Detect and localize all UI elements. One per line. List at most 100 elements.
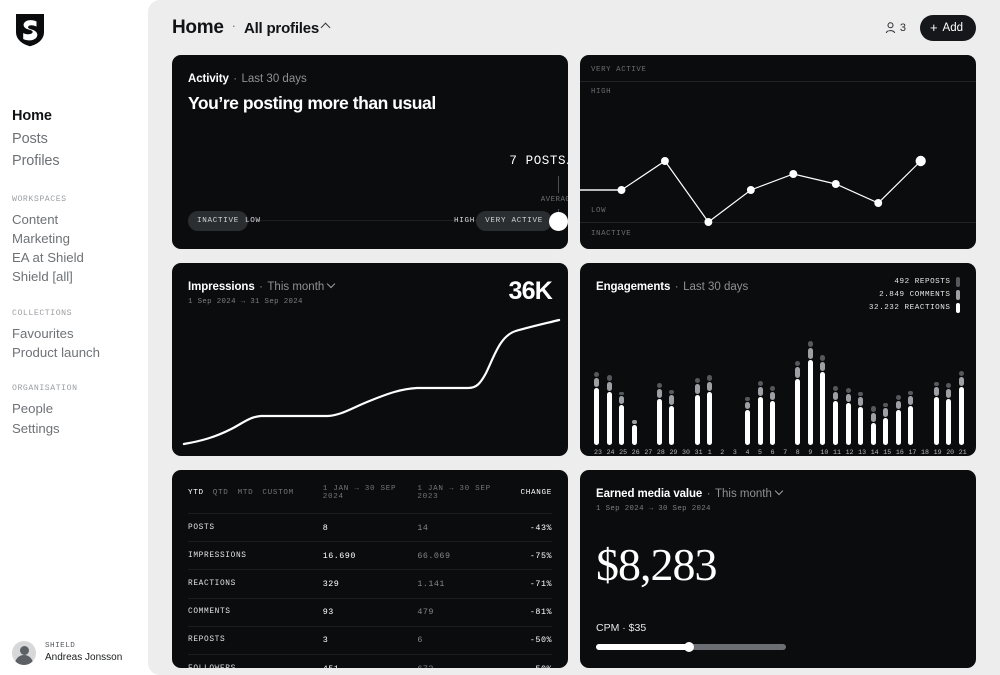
activity-card: Activity · Last 30 days You’re posting m… [172, 55, 568, 249]
bar-segment [820, 355, 826, 361]
table-row[interactable]: POSTS 8 14 -43% [188, 512, 552, 542]
bar-segment [908, 396, 914, 405]
x-axis-tick: 2 [720, 449, 725, 456]
activity-slider[interactable]: INACTIVE LOW HIGH VERY ACTIVE [188, 211, 568, 231]
bar-column [594, 335, 599, 445]
x-axis-tick: 12 [845, 449, 854, 456]
bar-segment [883, 417, 889, 445]
chevron-down-icon[interactable] [774, 486, 784, 496]
bar-column [870, 335, 876, 445]
bar-segment [858, 397, 864, 406]
activity-gauge: 7 POSTS/WEEK AVERAGE INACTIVE LOW HIGH V… [172, 154, 568, 249]
earned-media-period-selector[interactable]: This month [715, 488, 772, 500]
earned-media-separator: · [706, 488, 711, 500]
bar-column [694, 335, 700, 445]
bar-segment [933, 387, 939, 397]
table-header-row: YTD QTD MTD CUSTOM 1 JAN → 30 SEP 2024 1… [188, 485, 552, 514]
tab-ytd[interactable]: YTD [188, 489, 204, 497]
shield-logo[interactable] [12, 0, 148, 47]
table-cell-previous: 672 [417, 653, 512, 668]
bar-segment [946, 383, 952, 389]
bar-segment [858, 406, 864, 445]
profile-selector[interactable]: All profiles [244, 20, 331, 38]
gauge-stem-top [558, 176, 559, 193]
chevron-down-icon[interactable] [327, 279, 336, 289]
table-row[interactable]: IMPRESSIONS 16.690 66.069 -75% [188, 541, 552, 570]
people-count-value: 3 [899, 21, 906, 34]
bar-segment [770, 391, 776, 400]
impressions-period-selector[interactable]: This month [267, 281, 324, 293]
bar-segment [958, 370, 964, 377]
sidebar-item-profiles[interactable]: Profiles [12, 150, 148, 173]
bar-segment [619, 404, 625, 445]
bar-segment [757, 380, 763, 387]
bar-segment [694, 384, 700, 394]
bar-column [619, 335, 625, 445]
engagements-legend: 492 REPOSTS 2.849 COMMENTS 32.232 REACTI… [869, 277, 960, 316]
tab-mtd[interactable]: MTD [238, 489, 254, 497]
cpm-slider[interactable] [596, 642, 786, 652]
bar-segment [594, 371, 599, 378]
user-account[interactable]: SHIELD Andreas Jonsson [12, 641, 122, 665]
legend-comments-swatch [955, 290, 960, 300]
bar-segment [870, 406, 876, 412]
sidebar-item-marketing[interactable]: Marketing [12, 229, 148, 248]
table-row[interactable]: REPOSTS 3 6 -50% [188, 625, 552, 655]
legend-item-reactions: 32.232 REACTIONS [869, 303, 960, 313]
table-col-previous: 1 JAN → 30 SEP 2023 [417, 485, 491, 501]
activity-card-subtitle: Last 30 days [241, 73, 307, 85]
bar-segment [795, 379, 801, 445]
bar-column [858, 335, 864, 445]
sidebar-item-product-launch[interactable]: Product launch [12, 343, 148, 362]
bar-segment [594, 378, 599, 388]
bar-segment [619, 396, 625, 404]
table-row[interactable]: COMMENTS 93 479 -81% [188, 597, 552, 627]
breadcrumb-home[interactable]: Home [172, 17, 224, 39]
sidebar-item-ea-at-shield[interactable]: EA at Shield [12, 248, 148, 267]
table-cell-previous: 6 [417, 625, 512, 655]
gauge-value: 7 POSTS/WEEK [509, 154, 568, 168]
engagements-card-title: Engagements [596, 281, 671, 293]
avatar [12, 641, 36, 665]
sidebar-item-posts[interactable]: Posts [12, 128, 148, 151]
sidebar-item-shield-all[interactable]: Shield [all] [12, 267, 148, 286]
scale-label-very-active: VERY ACTIVE [476, 211, 552, 231]
bar-segment [707, 391, 713, 445]
x-axis-tick: 17 [908, 449, 917, 456]
tab-qtd[interactable]: QTD [213, 489, 229, 497]
table-cell-current: 8 [322, 512, 418, 542]
bar-column [770, 335, 776, 445]
bar-segment [757, 397, 763, 445]
bar-column [757, 335, 763, 445]
cpm-slider-knob[interactable] [684, 642, 695, 652]
sidebar-section-workspaces: WORKSPACES Content Marketing EA at Shiel… [12, 195, 148, 287]
x-axis-tick: 31 [694, 449, 703, 456]
sidebar-item-people[interactable]: People [12, 399, 148, 418]
main-content: Home · All profiles 3 + Add Activity · L… [148, 0, 1000, 675]
bar-column [883, 335, 889, 445]
sidebar-item-home[interactable]: Home [12, 105, 148, 128]
bar-column [820, 335, 826, 445]
sidebar-item-settings[interactable]: Settings [12, 419, 148, 438]
x-axis-tick: 8 [795, 449, 800, 456]
legend-item-comments: 2.849 COMMENTS [869, 290, 960, 300]
add-button-label: Add [942, 21, 963, 34]
shield-logo-icon [16, 14, 44, 47]
bar-segment [669, 405, 675, 445]
engagements-card-separator: · [674, 281, 679, 293]
sidebar-item-content[interactable]: Content [12, 210, 148, 229]
table-cell-metric: REACTIONS [188, 569, 323, 599]
add-button[interactable]: + Add [919, 14, 976, 41]
people-count[interactable]: 3 [885, 22, 906, 34]
impressions-card-header: Impressions · This month 1 Sep 2024 → 31… [172, 263, 568, 306]
table-cell-current: 93 [322, 597, 418, 627]
tab-custom[interactable]: CUSTOM [262, 489, 294, 497]
sidebar-item-favourites[interactable]: Favourites [12, 324, 148, 343]
legend-comments-value: 2.849 [879, 291, 905, 299]
table-row[interactable]: REACTIONS 329 1.141 -71% [188, 569, 552, 599]
bar-column [807, 335, 813, 445]
impressions-card-title: Impressions [188, 281, 255, 293]
slider-knob[interactable] [549, 211, 568, 231]
legend-reactions-swatch [955, 303, 960, 313]
table-row[interactable]: FOLLOWERS451672-50% [188, 653, 552, 668]
